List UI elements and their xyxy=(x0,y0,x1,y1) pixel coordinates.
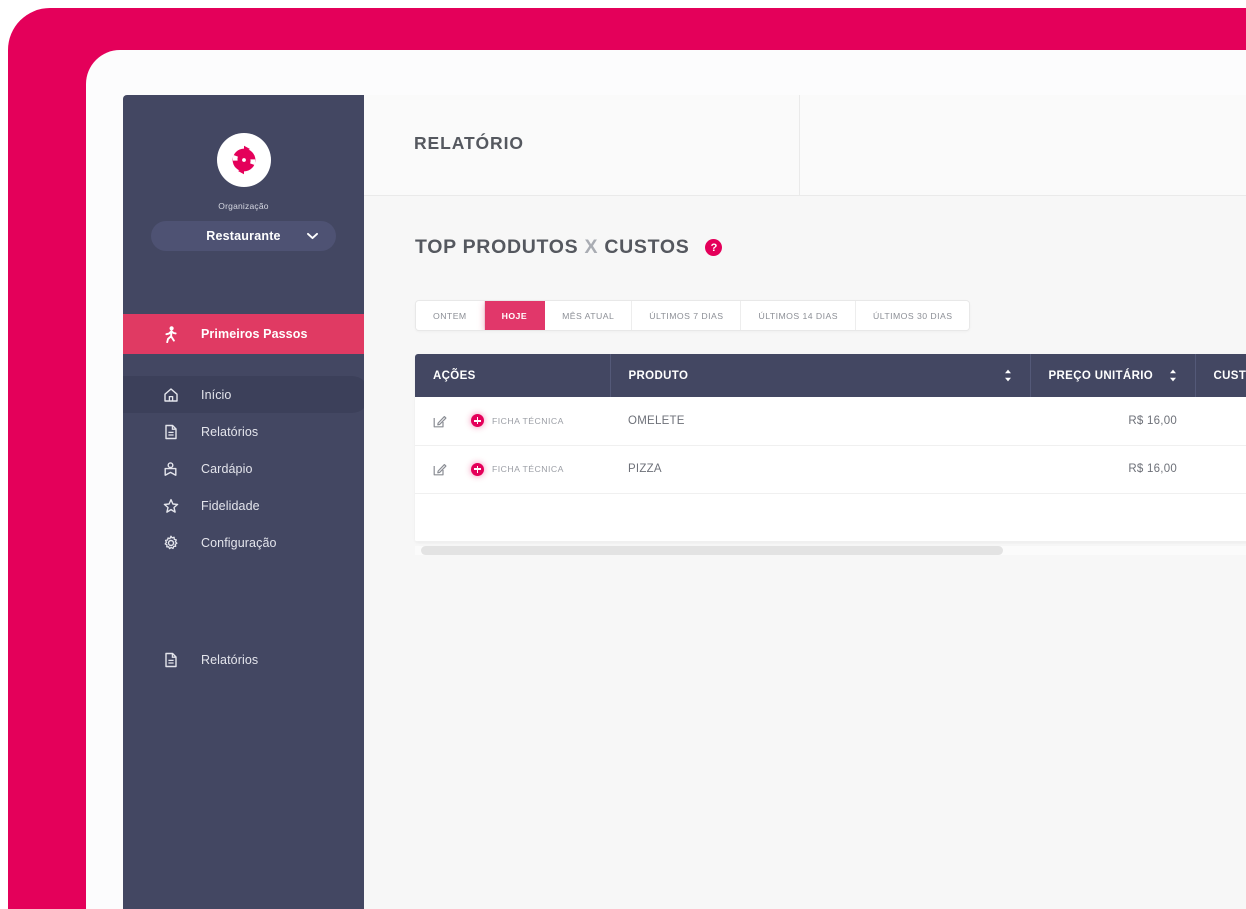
plus-circle-icon xyxy=(471,414,484,427)
sort-arrows-icon[interactable] xyxy=(1169,369,1177,382)
filter-tab-ultimos-14-dias[interactable]: ÚLTIMOS 14 DIAS xyxy=(741,301,856,330)
column-header-label: PRODUTO xyxy=(629,370,689,382)
column-header-custo: CUSTO xyxy=(1195,354,1246,397)
section-header: TOP PRODUTOS X CUSTOS ? xyxy=(415,236,722,259)
topbar-divider xyxy=(799,95,800,196)
table-header-row: AÇÕES PRODUTO xyxy=(415,354,1246,397)
products-table-card: AÇÕES PRODUTO xyxy=(415,354,1246,542)
circular-arrow-logo-icon xyxy=(229,145,259,175)
section-title-part2: CUSTOS xyxy=(604,236,689,258)
sidebar-item-label: Primeiros Passos xyxy=(201,327,308,341)
sidebar-item-label: Relatórios xyxy=(201,653,258,667)
table-row: FICHA TÉCNICA OMELETE R$ 16,00 R xyxy=(415,397,1246,445)
ficha-tecnica-action[interactable]: FICHA TÉCNICA xyxy=(471,414,564,427)
cell-preco-unitario: R$ 16,00 xyxy=(1030,445,1195,493)
walking-person-icon xyxy=(162,326,179,343)
page-title: RELATÓRIO xyxy=(414,133,524,154)
products-table: AÇÕES PRODUTO xyxy=(415,354,1246,542)
column-header-produto[interactable]: PRODUTO xyxy=(610,354,1030,397)
cell-acoes: FICHA TÉCNICA xyxy=(415,397,610,445)
edit-pencil-icon[interactable] xyxy=(433,414,447,428)
sidebar-item-label: Relatórios xyxy=(201,425,258,439)
scrollbar-thumb[interactable] xyxy=(421,546,1003,555)
edit-pencil-icon[interactable] xyxy=(433,462,447,476)
application-window: Organização Restaurante xyxy=(123,95,1246,909)
cell-custo: R xyxy=(1195,445,1246,493)
sidebar-nav-list: Início Relatórios xyxy=(123,376,364,678)
question-mark-icon[interactable]: ? xyxy=(705,239,722,256)
sidebar-item-configuracao[interactable]: Configuração xyxy=(123,524,364,561)
gear-icon xyxy=(162,534,179,551)
sidebar-item-inicio[interactable]: Início xyxy=(123,376,370,413)
cell-empty xyxy=(1195,493,1246,541)
home-icon xyxy=(162,386,179,403)
sidebar-item-relatorios[interactable]: Relatórios xyxy=(123,413,364,450)
sidebar-item-fidelidade[interactable]: Fidelidade xyxy=(123,487,364,524)
organization-label: Organização xyxy=(123,201,364,211)
document-icon xyxy=(162,423,179,440)
filter-tab-mes-atual[interactable]: MÊS ATUAL xyxy=(545,301,632,330)
cell-empty xyxy=(415,493,610,541)
topbar: RELATÓRIO xyxy=(364,95,1246,196)
table-body: FICHA TÉCNICA OMELETE R$ 16,00 R xyxy=(415,397,1246,541)
main-content: TOP PRODUTOS X CUSTOS ? ONTEM HOJE MÊS A… xyxy=(364,196,1246,909)
cell-produto: PIZZA xyxy=(610,445,1030,493)
ficha-tecnica-action[interactable]: FICHA TÉCNICA xyxy=(471,463,564,476)
cell-preco-unitario: R$ 16,00 xyxy=(1030,397,1195,445)
cell-empty xyxy=(1030,493,1195,541)
column-header-acoes: AÇÕES xyxy=(415,354,610,397)
cell-produto: OMELETE xyxy=(610,397,1030,445)
table-horizontal-scrollbar[interactable] xyxy=(415,546,1246,555)
star-icon xyxy=(162,497,179,514)
ficha-tecnica-label: FICHA TÉCNICA xyxy=(492,464,564,474)
plus-circle-icon xyxy=(471,463,484,476)
column-header-preco-unitario[interactable]: PREÇO UNITÁRIO xyxy=(1030,354,1195,397)
section-title: TOP PRODUTOS X CUSTOS xyxy=(415,236,689,259)
table-header: AÇÕES PRODUTO xyxy=(415,354,1246,397)
period-filter-group: ONTEM HOJE MÊS ATUAL ÚLTIMOS 7 DIAS ÚLTI… xyxy=(415,300,970,331)
filter-tab-ultimos-7-dias[interactable]: ÚLTIMOS 7 DIAS xyxy=(632,301,741,330)
table-row: FICHA TÉCNICA PIZZA R$ 16,00 R xyxy=(415,445,1246,493)
cell-acoes: FICHA TÉCNICA xyxy=(415,445,610,493)
filter-tab-ontem[interactable]: ONTEM xyxy=(416,301,485,330)
sidebar-item-label: Cardápio xyxy=(201,462,253,476)
organization-selector[interactable]: Restaurante xyxy=(151,221,336,251)
ficha-tecnica-label: FICHA TÉCNICA xyxy=(492,416,564,426)
sidebar-item-cardapio[interactable]: Cardápio xyxy=(123,450,364,487)
sidebar-brand-block: Organização Restaurante xyxy=(123,95,364,251)
column-header-label: CUSTO xyxy=(1214,370,1246,382)
cell-custo: R xyxy=(1195,397,1246,445)
sort-arrows-icon[interactable] xyxy=(1004,369,1012,382)
sidebar-spacer xyxy=(123,561,364,641)
column-header-label: AÇÕES xyxy=(433,370,476,382)
sidebar-footer-item-relatorios[interactable]: Relatórios xyxy=(123,641,364,678)
column-header-label: PREÇO UNITÁRIO xyxy=(1049,370,1154,382)
filter-tab-hoje[interactable]: HOJE xyxy=(485,301,545,330)
sidebar-item-label: Configuração xyxy=(201,536,277,550)
cell-empty xyxy=(610,493,1030,541)
screenshot-root: Organização Restaurante xyxy=(0,0,1246,909)
filter-tab-ultimos-30-dias[interactable]: ÚLTIMOS 30 DIAS xyxy=(856,301,970,330)
sidebar-item-primeiros-passos[interactable]: Primeiros Passos xyxy=(123,314,364,354)
sidebar: Organização Restaurante xyxy=(123,95,364,909)
app-logo xyxy=(217,133,271,187)
sidebar-item-label: Início xyxy=(201,388,231,402)
organization-value: Restaurante xyxy=(206,229,280,243)
table-empty-row xyxy=(415,493,1246,541)
section-title-part1: TOP PRODUTOS xyxy=(415,236,578,258)
document-icon xyxy=(162,651,179,668)
sidebar-item-label: Fidelidade xyxy=(201,499,260,513)
menu-book-icon xyxy=(162,460,179,477)
section-title-separator: X xyxy=(584,236,598,258)
chevron-down-icon xyxy=(307,233,318,240)
